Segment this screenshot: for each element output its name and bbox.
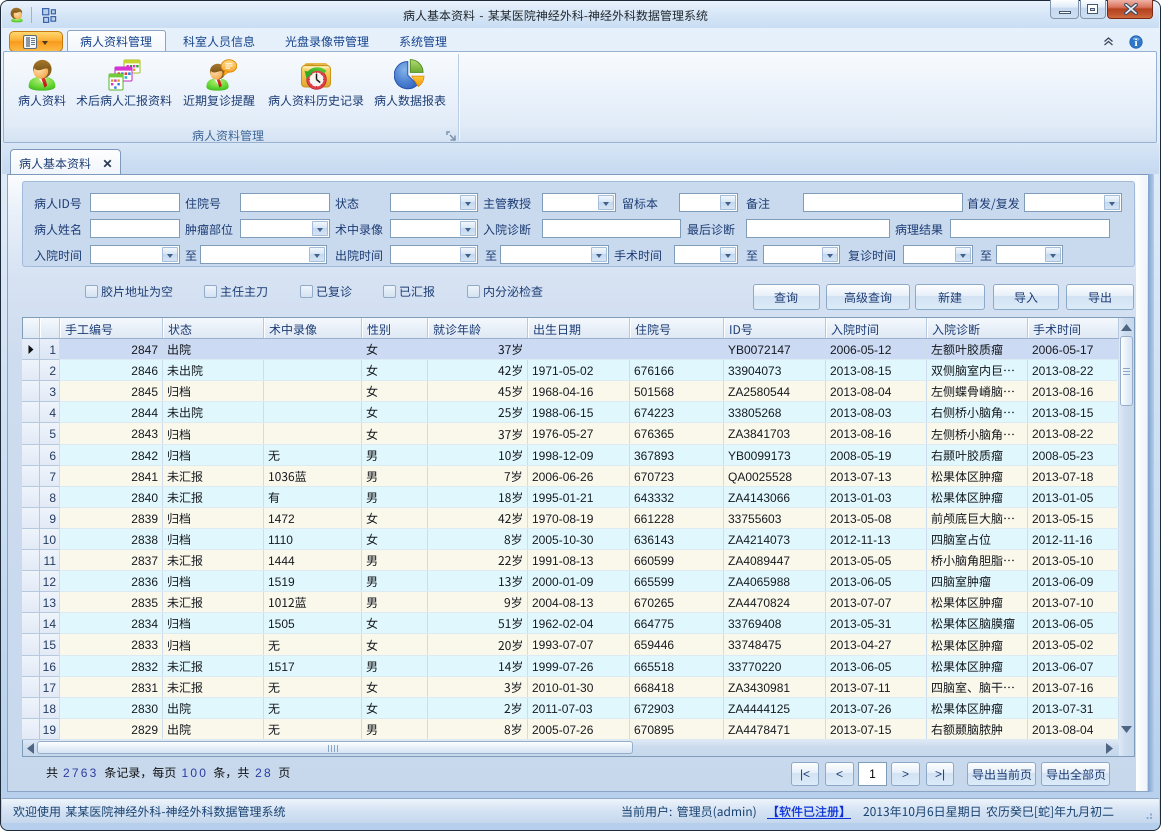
svg-text:i: i (1134, 37, 1137, 49)
